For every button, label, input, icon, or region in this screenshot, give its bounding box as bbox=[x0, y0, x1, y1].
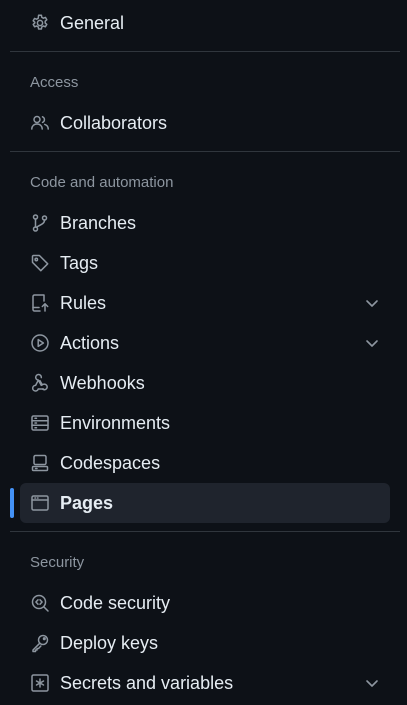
sidebar-item-label: Deploy keys bbox=[60, 632, 159, 653]
sidebar-item-deploy-keys[interactable]: Deploy keys bbox=[20, 623, 390, 663]
sidebar-item-pages[interactable]: Pages bbox=[20, 483, 390, 523]
divider bbox=[10, 151, 400, 152]
codescan-icon bbox=[30, 593, 50, 613]
sidebar-item-webhooks[interactable]: Webhooks bbox=[20, 363, 390, 403]
browser-icon bbox=[30, 493, 50, 513]
git-branch-icon bbox=[30, 213, 50, 233]
people-icon bbox=[30, 113, 50, 133]
sidebar-item-secrets-and-variables[interactable]: Secrets and variables bbox=[20, 663, 390, 703]
sidebar-item-tags[interactable]: Tags bbox=[20, 243, 390, 283]
sidebar-item-environments[interactable]: Environments bbox=[20, 403, 390, 443]
section-heading-code-automation: Code and automation bbox=[30, 174, 174, 191]
gear-icon bbox=[30, 13, 50, 33]
sidebar-item-rules[interactable]: Rules bbox=[20, 283, 390, 323]
server-icon bbox=[30, 413, 50, 433]
sidebar-item-label: Environments bbox=[60, 412, 171, 433]
sidebar-item-codespaces[interactable]: Codespaces bbox=[20, 443, 390, 483]
asterisk-icon bbox=[30, 673, 50, 693]
tag-icon bbox=[30, 253, 50, 273]
sidebar-item-label: Rules bbox=[60, 292, 107, 313]
chevron-down-icon[interactable] bbox=[364, 675, 380, 691]
sidebar-item-label: Tags bbox=[60, 252, 99, 273]
divider bbox=[10, 51, 400, 52]
sidebar-item-general[interactable]: General bbox=[20, 3, 390, 43]
repo-push-icon bbox=[30, 293, 50, 313]
play-icon bbox=[30, 333, 50, 353]
sidebar-item-label: Webhooks bbox=[60, 372, 145, 393]
section-heading-access: Access bbox=[30, 74, 79, 91]
sidebar-item-label: Collaborators bbox=[60, 112, 168, 133]
sidebar-item-label: General bbox=[60, 12, 125, 33]
sidebar-item-label: Codespaces bbox=[60, 452, 161, 473]
sidebar-item-branches[interactable]: Branches bbox=[20, 203, 390, 243]
sidebar-item-code-security[interactable]: Code security bbox=[20, 583, 390, 623]
sidebar-item-label: Code security bbox=[60, 592, 171, 613]
sidebar-item-collaborators[interactable]: Collaborators bbox=[20, 103, 390, 143]
webhook-icon bbox=[30, 373, 50, 393]
sidebar-item-actions[interactable]: Actions bbox=[20, 323, 390, 363]
sidebar-item-label: Pages bbox=[60, 492, 114, 513]
sidebar-item-label: Secrets and variables bbox=[60, 672, 234, 693]
chevron-down-icon[interactable] bbox=[364, 335, 380, 351]
section-heading-security: Security bbox=[30, 554, 85, 571]
codespaces-icon bbox=[30, 453, 50, 473]
sidebar-item-label: Branches bbox=[60, 212, 137, 233]
sidebar-item-label: Actions bbox=[60, 332, 120, 353]
divider bbox=[10, 531, 400, 532]
selected-indicator bbox=[10, 488, 14, 518]
chevron-down-icon[interactable] bbox=[364, 295, 380, 311]
key-icon bbox=[30, 633, 50, 653]
